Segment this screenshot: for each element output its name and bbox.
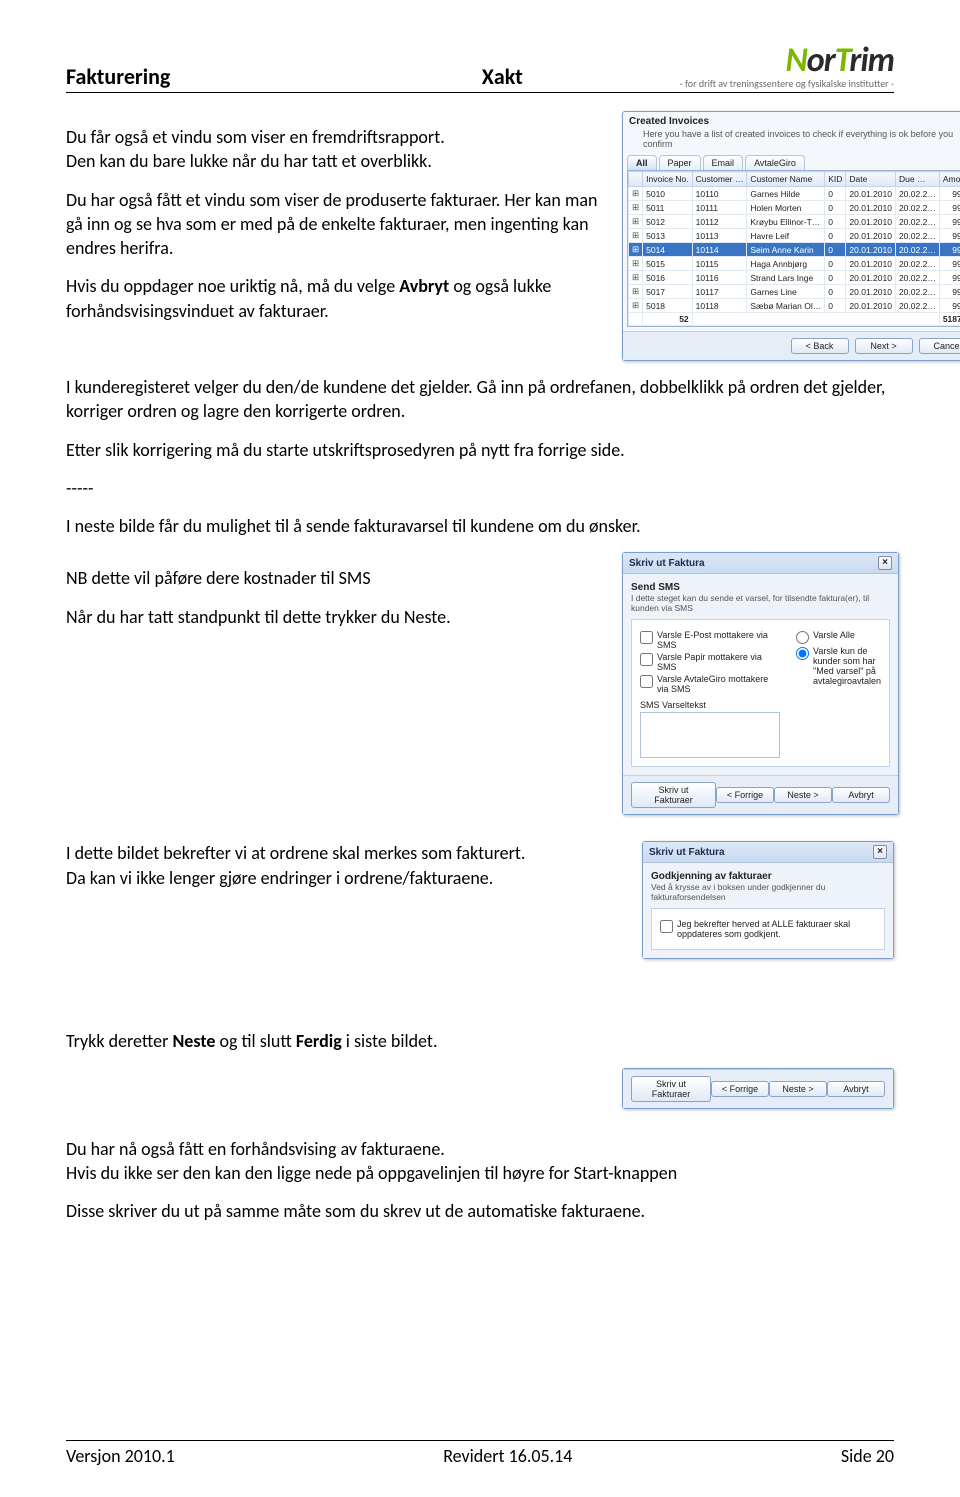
total-amount: 51870,0 <box>939 313 960 326</box>
close-icon[interactable]: × <box>873 845 887 859</box>
confirm-panel: Skriv ut Faktura × Godkjenning av faktur… <box>642 841 894 959</box>
sms-subtext: I dette steget kan du sende et varsel, f… <box>631 593 890 613</box>
prev-button[interactable]: < Forrige <box>711 1081 769 1097</box>
paragraph: Etter slik korrigering må du starte utsk… <box>66 438 894 462</box>
sms-text-label: SMS Varseltekst <box>640 700 780 710</box>
footer-page: Side 20 <box>841 1445 894 1467</box>
column-header[interactable]: KID <box>825 172 846 187</box>
print-invoices-button[interactable]: Skriv ut Fakturaer <box>631 782 716 808</box>
paragraph: Da kan vi ikke lenger gjøre endringer i … <box>66 866 626 890</box>
column-header[interactable]: Date <box>846 172 896 187</box>
paragraph: Du har nå også fått en forhåndsvising av… <box>66 1137 894 1161</box>
created-invoices-panel: Created Invoices Here you have a list of… <box>622 111 960 361</box>
table-row[interactable]: ⊞501110111Holen Morten020.01.201020.02.2… <box>629 201 960 215</box>
next-button[interactable]: Neste > <box>769 1081 827 1097</box>
next-button[interactable]: Next > <box>855 338 913 354</box>
chk-avtale[interactable]: Varsle AvtaleGiro mottakere via SMS <box>640 674 780 694</box>
paragraph: Hvis du ikke ser den kan den ligge nede … <box>66 1161 894 1185</box>
tab-all[interactable]: All <box>627 155 657 170</box>
footer-revised: Revidert 16.05.14 <box>175 1445 841 1467</box>
tab-paper[interactable]: Paper <box>659 155 701 170</box>
sms-heading: Send SMS <box>631 582 890 593</box>
paragraph: I kunderegisteret velger du den/de kunde… <box>66 375 894 424</box>
page-header: Fakturering Xakt NorTrim - for drift av … <box>66 40 894 93</box>
table-row[interactable]: ⊞501310113Havre Leif020.01.201020.02.2…9… <box>629 229 960 243</box>
confirm-subtext: Ved å krysse av i boksen under godkjenne… <box>651 882 885 902</box>
table-row[interactable]: ⊞501010110Garnes Hilde020.01.201020.02.2… <box>629 187 960 201</box>
close-icon[interactable]: × <box>878 556 892 570</box>
logo: NorTrim - for drift av treningssentere o… <box>563 40 894 90</box>
paragraph: Hvis du oppdager noe uriktig nå, må du v… <box>66 274 606 323</box>
cancel-button[interactable]: Cancel <box>919 338 960 354</box>
logo-tagline: - for drift av treningssentere og fysika… <box>563 77 894 90</box>
app-name: Xakt <box>482 63 563 90</box>
confirm-checkbox[interactable]: Jeg bekrefter herved at ALLE fakturaer s… <box>660 919 876 939</box>
panel-heading: Created Invoices <box>629 116 960 127</box>
table-row[interactable]: ⊞501610116Strand Lars Inge020.01.201020.… <box>629 271 960 285</box>
next-button[interactable]: Neste > <box>774 787 832 803</box>
paragraph: Trykk deretter Neste og til slutt Ferdig… <box>66 1029 894 1053</box>
paragraph: I neste bilde får du mulighet til å send… <box>66 514 894 538</box>
column-header[interactable]: Due … <box>895 172 939 187</box>
total-count: 52 <box>643 313 693 326</box>
table-row[interactable]: ⊞501710117Garnes Line020.01.201020.02.2…… <box>629 285 960 299</box>
tab-email[interactable]: Email <box>703 155 744 170</box>
tab-avtalegiro[interactable]: AvtaleGiro <box>745 155 805 170</box>
paragraph: Når du har tatt standpunkt til dette try… <box>66 605 606 629</box>
column-header[interactable]: Amount <box>939 172 960 187</box>
cancel-button[interactable]: Avbryt <box>832 787 890 803</box>
paragraph: Disse skriver du ut på samme måte som du… <box>66 1199 894 1223</box>
panel-subtext: Here you have a list of created invoices… <box>629 127 960 155</box>
confirm-heading: Godkjenning av fakturaer <box>651 871 885 882</box>
invoice-tabs: AllPaperEmailAvtaleGiro <box>623 155 960 170</box>
table-row[interactable]: ⊞501210112Krøybu Ellinor-T…020.01.201020… <box>629 215 960 229</box>
prev-button[interactable]: < Forrige <box>716 787 774 803</box>
cancel-button[interactable]: Avbryt <box>827 1081 885 1097</box>
paragraph: Du har også fått et vindu som viser de p… <box>66 188 606 261</box>
rdo-alle[interactable]: Varsle Alle <box>796 630 881 644</box>
panel-title-text: Skriv ut Faktura <box>629 558 705 569</box>
back-button[interactable]: < Back <box>791 338 849 354</box>
table-row[interactable]: ⊞501810118Sæbø Marian Ol…020.01.201020.0… <box>629 299 960 313</box>
column-header[interactable] <box>629 172 643 187</box>
paragraph: I dette bildet bekrefter vi at ordrene s… <box>66 841 626 865</box>
final-buttons-panel: Skriv ut Fakturaer < Forrige Neste > Avb… <box>622 1068 894 1109</box>
rdo-varsel[interactable]: Varsle kun de kunder som har "Med varsel… <box>796 646 881 686</box>
column-header[interactable]: Invoice No. <box>643 172 693 187</box>
table-row[interactable]: ⊞501410114Seim Anne Karin020.01.201020.0… <box>629 243 960 257</box>
send-sms-panel: Skriv ut Faktura × Send SMS I dette steg… <box>622 552 899 815</box>
chk-papir[interactable]: Varsle Papir mottakere via SMS <box>640 652 780 672</box>
page-footer: Versjon 2010.1 Revidert 16.05.14 Side 20 <box>66 1440 894 1467</box>
invoice-table: Invoice No.Customer …Customer NameKIDDat… <box>627 170 960 327</box>
column-header[interactable]: Customer … <box>692 172 747 187</box>
paragraph: Du får også et vindu som viser en fremdr… <box>66 125 606 174</box>
footer-version: Versjon 2010.1 <box>66 1445 175 1467</box>
chk-epost[interactable]: Varsle E-Post mottakere via SMS <box>640 630 780 650</box>
paragraph: ----- <box>66 476 894 500</box>
sms-textarea[interactable] <box>640 712 780 758</box>
paragraph: NB dette vil påføre dere kostnader til S… <box>66 566 606 590</box>
print-invoices-button[interactable]: Skriv ut Fakturaer <box>631 1076 711 1102</box>
column-header[interactable]: Customer Name <box>747 172 825 187</box>
panel-title-text: Skriv ut Faktura <box>649 847 725 858</box>
table-row[interactable]: ⊞501510115Haga Annbjørg020.01.201020.02.… <box>629 257 960 271</box>
doc-title: Fakturering <box>66 63 170 90</box>
